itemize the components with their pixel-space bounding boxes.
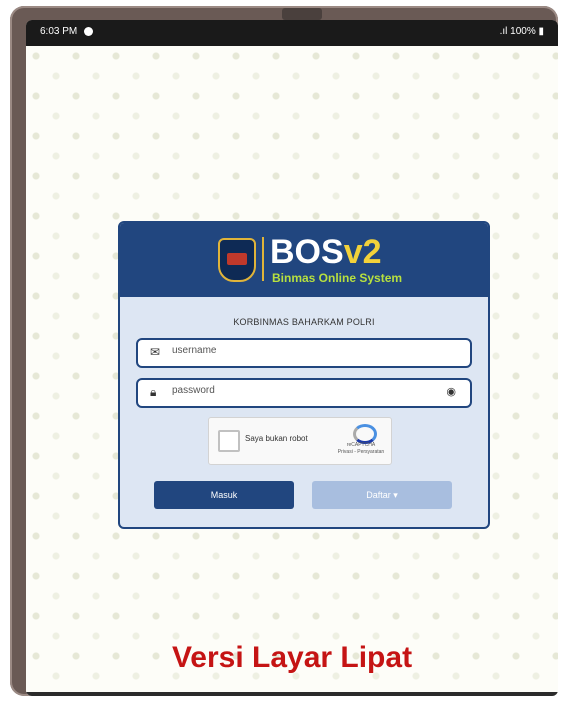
status-bar: 6:03 PM .ıl 100% ▮ xyxy=(26,20,558,46)
username-field[interactable]: ✉ username xyxy=(136,338,472,368)
organization-name: KORBINMAS BAHARKAM POLRI xyxy=(233,317,375,327)
captcha-checkbox[interactable] xyxy=(218,430,240,452)
recaptcha-links[interactable]: Privasi - Persyaratan xyxy=(337,449,385,456)
app-subtitle: Binmas Online System xyxy=(272,271,403,285)
status-time: 6:03 PM xyxy=(40,26,78,37)
app-logo-title: BOSv2 xyxy=(270,233,382,272)
recaptcha-widget: Saya bukan robot reCAPTCHA Privasi - Per… xyxy=(208,417,392,465)
login-card: BOSv2 Binmas Online System KORBINMAS BAH… xyxy=(118,221,490,529)
logo-version: v2 xyxy=(343,233,382,271)
register-dropdown-button[interactable]: Daftar ▾ xyxy=(312,481,452,509)
foldable-device-frame: 6:03 PM .ıl 100% ▮ BOSv2 Binmas Online S… xyxy=(10,6,558,696)
captcha-label: Saya bukan robot xyxy=(245,434,308,443)
device-hinge xyxy=(282,8,322,20)
camera-icon xyxy=(84,27,93,36)
recaptcha-text: reCAPTCHA Privasi - Persyaratan xyxy=(337,442,385,456)
password-field[interactable]: 🔒︎ password ◉ xyxy=(136,378,472,408)
recaptcha-logo-icon xyxy=(353,424,377,444)
login-button[interactable]: Masuk xyxy=(154,481,294,509)
card-header: BOSv2 Binmas Online System xyxy=(120,223,488,297)
bottom-nav-bar xyxy=(26,692,558,696)
logo-divider xyxy=(262,237,264,281)
logo-title-text: BOS xyxy=(270,233,344,271)
eye-icon[interactable]: ◉ xyxy=(446,385,456,398)
username-input[interactable]: username xyxy=(172,345,216,356)
battery-indicator: .ıl 100% ▮ xyxy=(499,26,544,37)
lock-icon: 🔒︎ xyxy=(150,385,157,399)
password-input[interactable]: password xyxy=(172,385,215,396)
police-badge-logo xyxy=(218,238,256,282)
mail-icon: ✉ xyxy=(150,345,161,359)
promo-caption: Versi Layar Lipat xyxy=(171,641,413,674)
device-screen: 6:03 PM .ıl 100% ▮ BOSv2 Binmas Online S… xyxy=(26,20,558,696)
recaptcha-brand: reCAPTCHA xyxy=(346,442,376,448)
